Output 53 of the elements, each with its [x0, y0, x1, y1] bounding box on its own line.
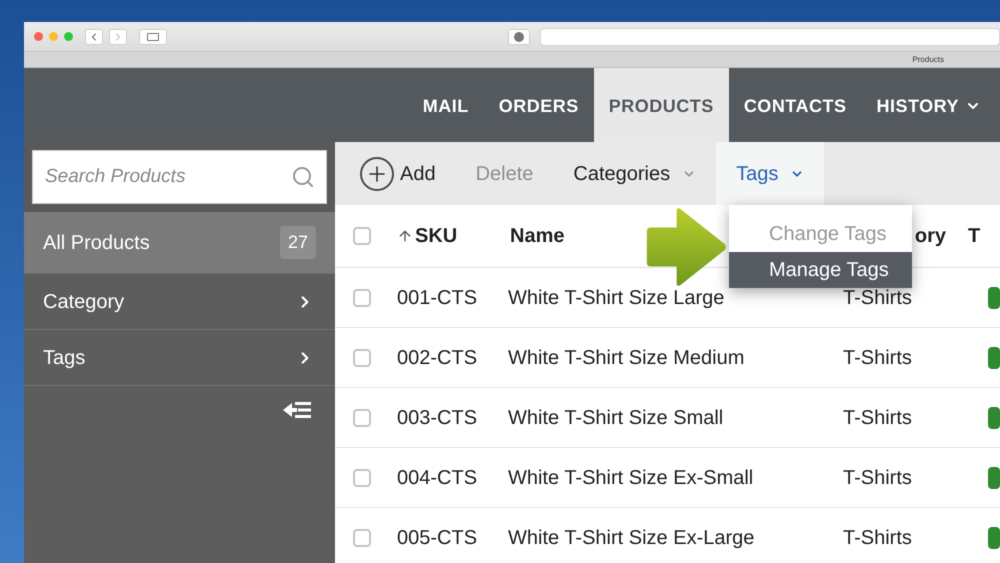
sidebar-item[interactable]: All Products 27 [24, 212, 335, 274]
menu-item[interactable]: Manage Tags [729, 252, 912, 288]
checkbox[interactable] [353, 288, 371, 306]
table-cell: T-Shirts [843, 346, 912, 368]
nav-tab[interactable]: PRODUCTS [594, 68, 729, 142]
nav-tab[interactable]: CONTACTS [728, 68, 862, 142]
table-cell: White T-Shirt Size Ex-Large [508, 526, 754, 548]
column-header[interactable]: T [968, 221, 980, 251]
count-badge: 27 [280, 226, 316, 259]
table-cell: 005-CTS [397, 526, 478, 548]
zoom-window-icon[interactable] [64, 32, 73, 41]
checkbox[interactable] [353, 408, 371, 426]
tag-chip [988, 466, 1000, 488]
table-cell: White T-Shirt Size Large [508, 286, 724, 308]
table-cell: 003-CTS [397, 406, 478, 428]
checkbox[interactable] [353, 227, 371, 245]
table-cell: T-Shirts [843, 526, 912, 548]
address-bar[interactable] [540, 28, 1000, 46]
tag-chip [988, 346, 1000, 368]
table-cell: 002-CTS [397, 346, 478, 368]
column-header[interactable]: Name [510, 221, 564, 251]
nav-tab[interactable]: ORDERS [484, 68, 594, 142]
back-button[interactable] [85, 28, 103, 44]
column-header[interactable]: ory [914, 221, 946, 251]
checkbox[interactable] [353, 468, 371, 486]
extension-icon[interactable] [508, 28, 530, 44]
close-window-icon[interactable] [34, 32, 43, 41]
column-header[interactable]: SKU [415, 221, 458, 251]
table-cell: White T-Shirt Size Small [508, 406, 724, 428]
sidebar-toggle-button[interactable] [139, 28, 167, 44]
nav-tab[interactable]: HISTORY [861, 68, 996, 142]
table-cell: T-Shirts [843, 406, 912, 428]
checkbox[interactable] [353, 528, 371, 546]
search-icon[interactable] [291, 165, 315, 189]
table-cell: T-Shirts [843, 466, 912, 488]
tag-chip [988, 406, 1000, 428]
minimize-window-icon[interactable] [49, 32, 58, 41]
table-cell: T-Shirts [843, 286, 912, 308]
table-cell: 004-CTS [397, 466, 478, 488]
collapse-sidebar-icon[interactable] [283, 400, 311, 420]
checkbox[interactable] [353, 348, 371, 366]
nav-tab[interactable]: MAIL [408, 68, 484, 142]
search-field[interactable]: Search Products [32, 150, 327, 204]
forward-button[interactable] [109, 28, 127, 44]
toolbar-button[interactable]: Add [360, 142, 456, 205]
table-cell: White T-Shirt Size Medium [508, 346, 744, 368]
toolbar-button[interactable]: Tags [716, 142, 824, 205]
table-cell: White T-Shirt Size Ex-Small [508, 466, 754, 488]
table-cell: 001-CTS [397, 286, 478, 308]
tag-chip [988, 526, 1000, 548]
browser-tab-title[interactable]: Products [912, 54, 944, 66]
tag-chip [988, 286, 1000, 308]
toolbar-button[interactable]: Categories [553, 142, 716, 205]
